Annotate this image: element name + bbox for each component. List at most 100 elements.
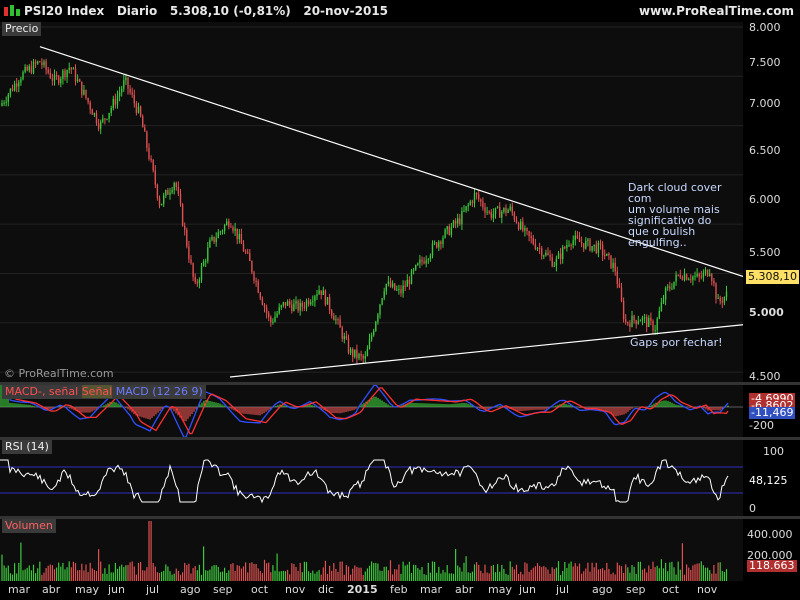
- candle-body: [511, 206, 513, 213]
- volume-bar: [459, 567, 461, 581]
- volume-bar: [316, 571, 318, 581]
- month-label: sep: [213, 583, 233, 596]
- volume-bar: [188, 563, 190, 581]
- candle-body: [30, 66, 33, 73]
- volume-bar: [45, 568, 47, 581]
- candle-body: [381, 298, 383, 305]
- month-label: nov: [285, 583, 306, 596]
- candle-body: [66, 69, 68, 78]
- volume-bar: [274, 570, 276, 581]
- month-label: jul: [556, 583, 570, 596]
- macd-panel[interactable]: MACD-, señal Señal MACD (12 26 9): [0, 385, 743, 437]
- volume-bar: [280, 571, 282, 581]
- candle-body: [343, 336, 345, 339]
- volume-bar: [578, 563, 581, 581]
- volume-bar: [322, 567, 324, 581]
- volume-bar: [490, 565, 492, 581]
- candle-body: [171, 190, 173, 193]
- volume-bar: [192, 567, 194, 581]
- candle-body: [295, 301, 297, 304]
- month-label: jun: [519, 583, 536, 596]
- month-label: oct: [251, 583, 269, 596]
- candle-body: [482, 201, 484, 208]
- candle-body: [499, 206, 501, 218]
- candle-body: [669, 286, 671, 289]
- candle-body: [587, 239, 589, 241]
- volume-bar: [341, 561, 343, 581]
- annotation-dark-cloud: Dark cloud cover com um volume mais sign…: [628, 181, 722, 249]
- candle-body: [383, 291, 385, 299]
- candle-body: [408, 279, 411, 285]
- candle-body: [24, 66, 26, 73]
- candle-body: [299, 302, 301, 311]
- volume-bar: [719, 562, 721, 581]
- volume-bar: [400, 573, 402, 581]
- candle-body: [427, 259, 429, 261]
- candle-body: [89, 102, 91, 110]
- volume-bar: [471, 571, 473, 581]
- volume-bar: [465, 556, 467, 581]
- volume-bar: [14, 563, 16, 581]
- candle-body: [606, 253, 608, 256]
- volume-bar: [74, 563, 77, 581]
- volume-bar: [396, 569, 398, 581]
- volume-bar: [289, 574, 291, 581]
- candle-body: [114, 98, 117, 105]
- macd-axis: -4,6990 -6,8602 -11,469 -200: [743, 385, 800, 437]
- volume-bar: [539, 565, 541, 581]
- candle-body: [192, 263, 194, 277]
- candle-body: [496, 206, 499, 208]
- volume-bar: [421, 567, 423, 581]
- rsi-panel[interactable]: RSI (14): [0, 440, 743, 516]
- candle-body: [297, 301, 299, 311]
- volume-panel[interactable]: Volumen: [0, 519, 743, 581]
- candle-body: [366, 348, 369, 357]
- volume-label: Volumen: [2, 519, 56, 533]
- candle-body: [247, 252, 249, 254]
- volume-bar: [402, 561, 404, 581]
- volume-bar: [608, 568, 610, 581]
- volume-bar: [83, 570, 85, 581]
- volume-bar: [226, 572, 228, 581]
- price-panel[interactable]: Precio © ProRealTime.com Dark cloud cove…: [0, 22, 743, 382]
- month-label: nov: [697, 583, 718, 596]
- candle-body: [135, 103, 138, 113]
- volume-bar: [154, 566, 156, 581]
- volume-bar: [448, 573, 450, 581]
- volume-bar: [215, 565, 217, 581]
- volume-bar: [308, 571, 310, 581]
- candle-body: [22, 72, 24, 80]
- candle-body: [45, 61, 47, 70]
- volume-bar: [259, 571, 261, 581]
- candle-body: [461, 211, 463, 225]
- volume-bar: [549, 573, 551, 581]
- candle-body: [194, 276, 196, 283]
- candle-body: [39, 61, 41, 63]
- candle-body: [316, 294, 318, 297]
- volume-bar: [150, 521, 152, 581]
- volume-bar: [272, 565, 274, 581]
- volume-bar: [291, 563, 293, 581]
- volume-bar: [568, 563, 570, 581]
- site-link[interactable]: www.ProRealTime.com: [639, 4, 794, 18]
- candle-body: [457, 218, 459, 224]
- volume-bar: [450, 573, 452, 581]
- volume-bar: [230, 564, 232, 581]
- volume-bar: [3, 565, 5, 581]
- candle-body: [307, 300, 310, 305]
- volume-bar: [47, 565, 49, 581]
- candle-body: [463, 210, 465, 212]
- volume-bar: [574, 563, 576, 581]
- candle-body: [198, 279, 201, 284]
- volume-bar: [478, 564, 480, 581]
- volume-bar: [32, 564, 35, 581]
- candle-body: [32, 61, 35, 73]
- candle-body: [471, 201, 474, 204]
- volume-bar: [484, 564, 486, 581]
- volume-bar: [667, 571, 669, 581]
- candle-body: [100, 121, 102, 129]
- candle-body: [574, 235, 576, 241]
- candle-body: [421, 259, 423, 262]
- candle-body: [163, 195, 165, 204]
- volume-bar: [702, 565, 704, 581]
